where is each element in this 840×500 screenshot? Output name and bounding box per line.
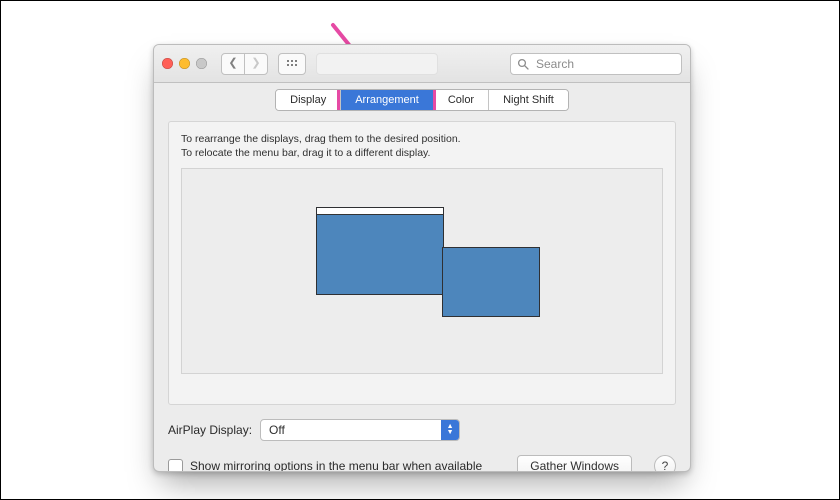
instructions-line: To relocate the menu bar, drag it to a d…: [181, 146, 663, 160]
zoom-icon: [196, 58, 207, 69]
toolbar-title-placeholder: [316, 53, 438, 75]
mirroring-checkbox[interactable]: [168, 459, 183, 473]
search-field[interactable]: [510, 53, 682, 75]
tab-night-shift[interactable]: Night Shift: [488, 90, 568, 110]
tabs-row: Display Arrangement Color Night Shift: [154, 83, 690, 117]
search-icon: [517, 58, 529, 70]
mirroring-row: Show mirroring options in the menu bar w…: [168, 455, 676, 472]
airplay-label: AirPlay Display:: [168, 423, 252, 437]
tab-label: Night Shift: [503, 94, 554, 106]
tab-display[interactable]: Display: [276, 90, 340, 110]
airplay-row: AirPlay Display: Off ▲ ▼: [168, 419, 676, 441]
nav-back-button[interactable]: ❮: [222, 54, 244, 74]
display-secondary[interactable]: [442, 247, 540, 317]
instructions-line: To rearrange the displays, drag them to …: [181, 132, 663, 146]
tab-color[interactable]: Color: [433, 90, 488, 110]
instructions: To rearrange the displays, drag them to …: [169, 122, 675, 168]
airplay-popup[interactable]: Off ▲ ▼: [260, 419, 460, 441]
show-all-button[interactable]: [278, 53, 306, 75]
display-tabs: Display Arrangement Color Night Shift: [275, 89, 569, 111]
close-icon[interactable]: [162, 58, 173, 69]
grid-icon: [286, 59, 298, 68]
tab-label: Arrangement: [355, 94, 419, 106]
chevron-right-icon: ❯: [251, 58, 260, 69]
arrangement-panel: To rearrange the displays, drag them to …: [168, 121, 676, 405]
mirroring-label: Show mirroring options in the menu bar w…: [190, 459, 482, 472]
help-icon: ?: [662, 459, 669, 472]
nav-back-forward: ❮ ❯: [221, 53, 268, 75]
tab-label: Color: [448, 94, 474, 106]
menu-bar-handle[interactable]: [317, 208, 443, 215]
button-label: Gather Windows: [530, 459, 619, 472]
airplay-value: Off: [269, 423, 285, 437]
minimize-icon[interactable]: [179, 58, 190, 69]
search-input[interactable]: [534, 56, 691, 72]
nav-forward-button: ❯: [244, 54, 267, 74]
window-toolbar: ❮ ❯: [154, 45, 690, 83]
help-button[interactable]: ?: [654, 455, 676, 472]
displays-pref-window: ❮ ❯: [153, 44, 691, 472]
tab-label: Display: [290, 94, 326, 106]
gather-windows-button[interactable]: Gather Windows: [517, 455, 632, 472]
window-traffic-lights: [162, 58, 207, 69]
tab-arrangement[interactable]: Arrangement: [340, 90, 433, 110]
display-primary[interactable]: [316, 207, 444, 295]
popup-stepper-icon: ▲ ▼: [441, 420, 459, 440]
bottom-controls: AirPlay Display: Off ▲ ▼ Show mirroring …: [154, 405, 690, 472]
chevron-left-icon: ❮: [228, 58, 237, 69]
arrangement-canvas[interactable]: [181, 168, 663, 374]
